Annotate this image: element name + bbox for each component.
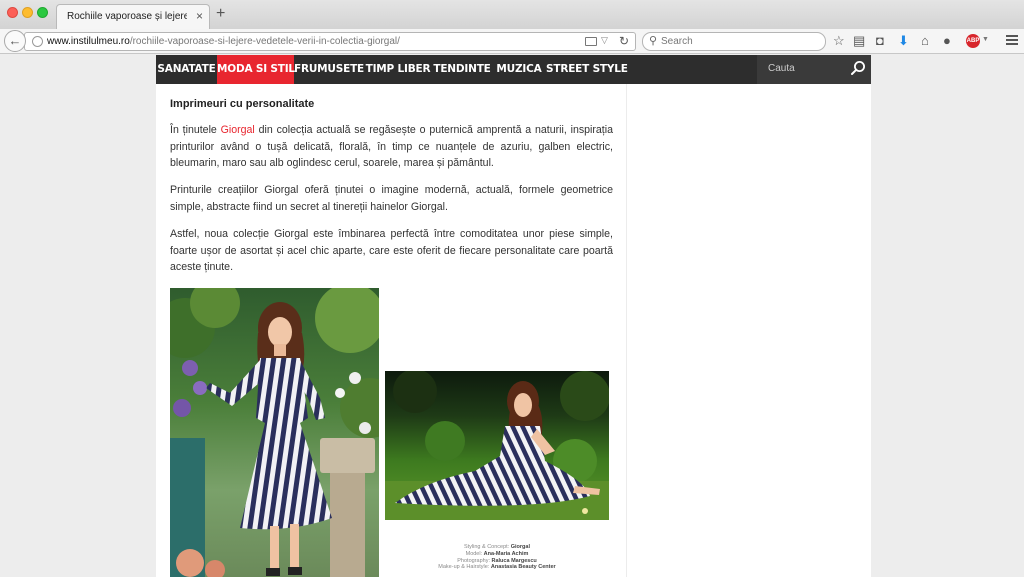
nav-item-muzica[interactable]: MUZICA	[492, 55, 546, 84]
nav-item-frumusete[interactable]: FRUMUSETE	[294, 55, 364, 84]
credit-line: Styling & Concept: Giorgal	[463, 544, 531, 550]
nav-item-tendinte[interactable]: TENDINTE	[432, 55, 492, 84]
pocket-icon[interactable]: ◘	[876, 33, 884, 49]
nav-item-moda-si-stil[interactable]: MODA SI STIL	[217, 55, 295, 84]
article-paragraph-2: Printurile creațiilor Giorgal oferă ținu…	[170, 184, 613, 213]
sidebar-divider	[626, 84, 627, 577]
url-path: /rochiile-vaporoase-si-lejere-vedetele-v…	[129, 36, 400, 47]
nav-item-sanatate[interactable]: SANATATE	[156, 55, 217, 84]
browser-search-input[interactable]: ⚲ Search	[642, 32, 826, 51]
reader-view-icon[interactable]	[585, 37, 597, 46]
download-icon[interactable]: ⬇	[898, 33, 909, 49]
tab-title: Rochiile vaporoase și lejere, v...	[67, 11, 187, 22]
adblock-plus-icon[interactable]: ABP	[966, 34, 980, 48]
site-page: SANATATE MODA SI STIL FRUMUSETE TIMP LIB…	[156, 55, 871, 577]
search-icon[interactable]	[850, 60, 866, 76]
standing-model-illustration	[170, 288, 379, 577]
site-search-placeholder: Cauta	[768, 63, 795, 74]
article-paragraph-3: Astfel, noua colecție Giorgal este îmbin…	[170, 228, 613, 274]
url-text: www.instilulmeu.ro/rochiile-vaporoase-si…	[47, 36, 400, 47]
tab-close-icon[interactable]: ×	[196, 9, 203, 23]
adblock-dropdown-icon[interactable]: ▼	[982, 36, 989, 43]
globe-icon	[32, 36, 43, 47]
browser-search-placeholder: Search	[661, 36, 693, 47]
credit-line: Make-up & Hairstyle: Anastasia Beauty Ce…	[438, 564, 556, 571]
reading-list-icon[interactable]: ▤	[853, 33, 865, 49]
nav-item-timp-liber[interactable]: TIMP LIBER	[364, 55, 432, 84]
browser-tab-bar: Rochiile vaporoase și lejere, v... × +	[0, 0, 1024, 29]
sitting-model-illustration	[385, 371, 609, 520]
credit-line: Photography: Raluca Margescu	[457, 557, 537, 564]
giorgal-link[interactable]: Giorgal	[221, 124, 255, 136]
section-title: Imprimeuri cu personalitate	[170, 98, 315, 110]
back-button[interactable]: ←	[4, 30, 26, 52]
minimize-window-button[interactable]	[22, 7, 33, 18]
site-main-nav: SANATATE MODA SI STIL FRUMUSETE TIMP LIB…	[156, 55, 871, 84]
photo-credits: Styling & Concept: Giorgal Model: Ana-Ma…	[385, 544, 609, 571]
credit-line: Model: Ana-Maria Achim	[465, 550, 529, 557]
browser-tab[interactable]: Rochiile vaporoase și lejere, v... ×	[56, 4, 210, 29]
back-arrow-icon: ←	[8, 33, 22, 48]
article-paragraph-1: În ținutele Giorgal din colecția actuală…	[170, 124, 613, 170]
url-bar[interactable]: www.instilulmeu.ro/rochiile-vaporoase-si…	[24, 32, 636, 51]
new-tab-button[interactable]: +	[216, 5, 225, 23]
article-content: Imprimeuri cu personalitate În ținutele …	[170, 84, 614, 577]
article-photo-standing	[170, 288, 379, 577]
article-photo-sitting	[385, 371, 609, 520]
chat-icon[interactable]: ●	[943, 33, 951, 49]
url-dropdown-icon[interactable]: ▽	[601, 35, 608, 46]
close-window-button[interactable]	[7, 7, 18, 18]
site-search-input[interactable]: Cauta	[757, 55, 871, 84]
bookmark-star-icon[interactable]: ☆	[833, 33, 845, 49]
home-icon[interactable]: ⌂	[921, 33, 929, 49]
browser-toolbar: www.instilulmeu.ro/rochiile-vaporoase-si…	[0, 29, 1024, 54]
search-icon: ⚲	[649, 35, 658, 47]
nav-item-street-style[interactable]: STREET STYLE	[546, 55, 628, 84]
zoom-window-button[interactable]	[37, 7, 48, 18]
hamburger-menu-icon[interactable]	[1006, 35, 1018, 46]
url-host: www.instilulmeu.ro	[47, 36, 130, 47]
reload-icon[interactable]: ↻	[619, 34, 629, 48]
